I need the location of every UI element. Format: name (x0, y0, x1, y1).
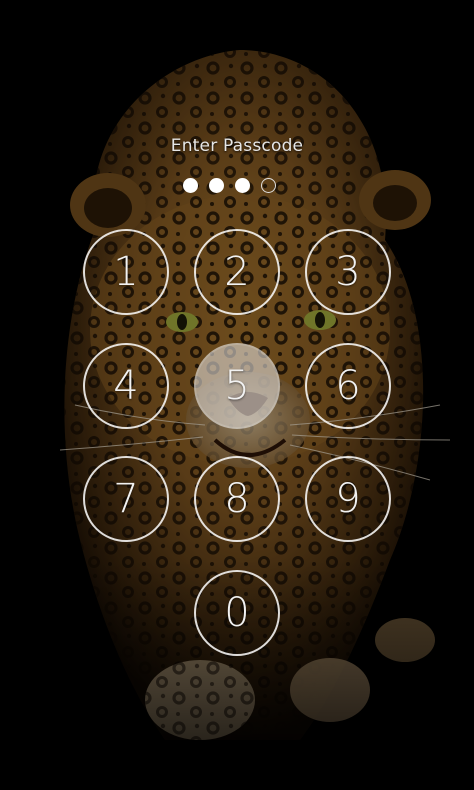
lock-screen: Enter Passcode 1 2 3 4 5 6 7 8 9 0 (0, 0, 474, 790)
key-3-button[interactable]: 3 (305, 229, 391, 315)
passcode-dot-filled (183, 178, 198, 193)
key-7-button[interactable]: 7 (83, 456, 169, 542)
key-5-button[interactable]: 5 (194, 343, 280, 429)
passcode-indicator (183, 178, 276, 196)
passcode-title: Enter Passcode (170, 136, 304, 156)
key-4-button[interactable]: 4 (83, 343, 169, 429)
key-9-button[interactable]: 9 (305, 456, 391, 542)
key-6-button[interactable]: 6 (305, 343, 391, 429)
key-0-button[interactable]: 0 (194, 570, 280, 656)
key-2-button[interactable]: 2 (194, 229, 280, 315)
key-1-button[interactable]: 1 (83, 229, 169, 315)
passcode-dot-filled (209, 178, 224, 193)
key-8-button[interactable]: 8 (194, 456, 280, 542)
passcode-dot-filled (235, 178, 250, 193)
passcode-dot-empty (261, 178, 276, 193)
